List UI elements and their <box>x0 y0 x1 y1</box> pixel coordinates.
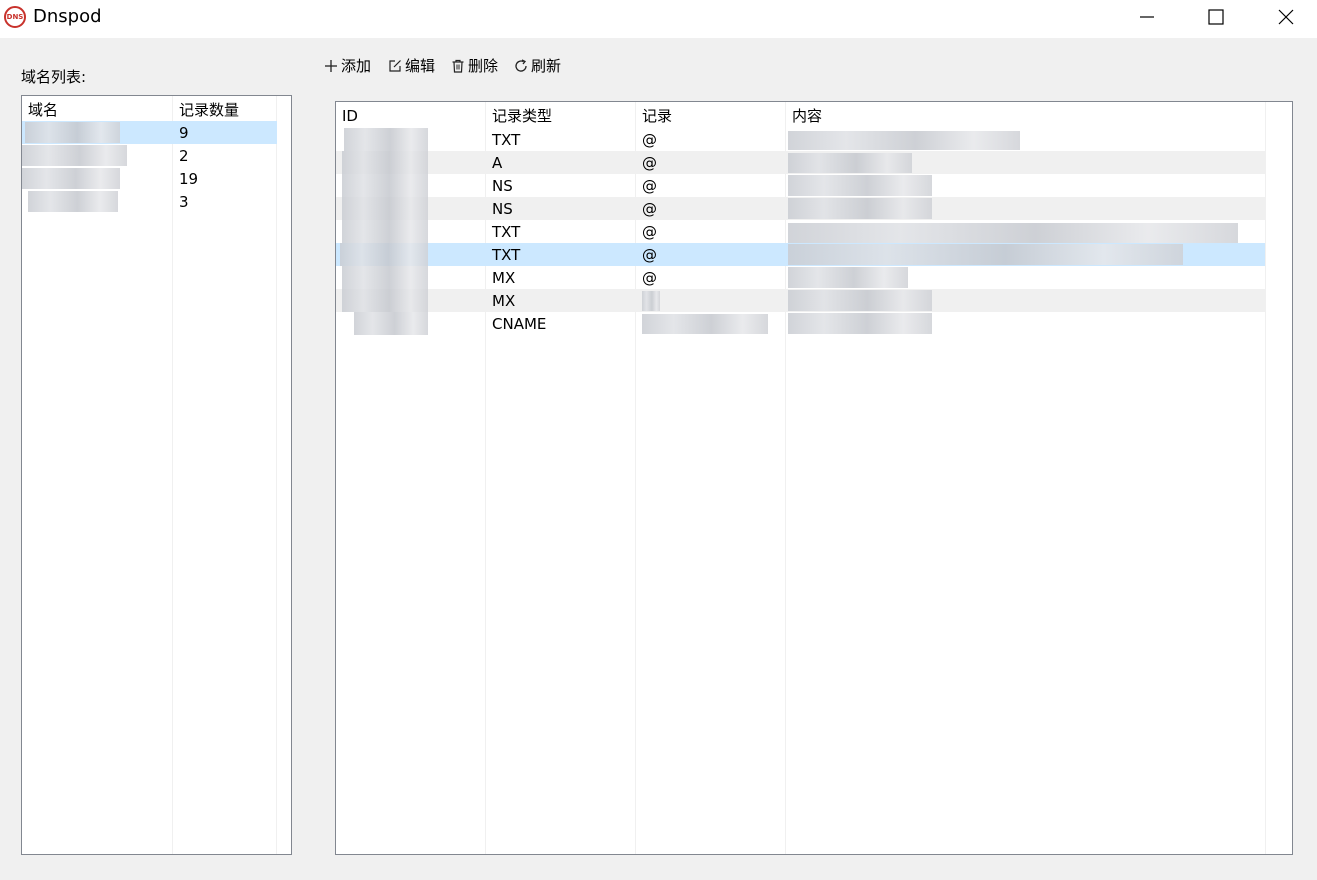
close-icon <box>1278 9 1294 25</box>
redacted-id <box>340 243 428 266</box>
column-header-content[interactable]: 内容 <box>792 106 822 126</box>
column-header-id[interactable]: ID <box>342 106 358 126</box>
add-button[interactable]: 添加 <box>324 56 371 76</box>
record-type-cell: MX <box>492 269 516 287</box>
plus-icon <box>325 60 337 72</box>
redacted-content <box>788 153 912 173</box>
record-cell: @ <box>642 269 657 287</box>
add-button-label: 添加 <box>341 57 372 75</box>
redacted-content <box>788 244 1183 265</box>
refresh-button-label: 刷新 <box>531 57 562 75</box>
table-row[interactable]: TXT @ <box>336 243 1265 266</box>
trash-icon <box>452 59 464 73</box>
record-cell: @ <box>642 223 657 241</box>
redacted-id <box>342 151 428 174</box>
table-row[interactable]: TXT @ <box>336 128 1265 151</box>
maximize-icon <box>1208 9 1224 25</box>
table-row[interactable]: A @ <box>336 151 1265 174</box>
table-row[interactable]: MX <box>336 289 1265 312</box>
title-bar: DNS Dnspod <box>0 0 1317 38</box>
redacted-id <box>342 174 428 197</box>
domain-row[interactable]: 19 <box>22 167 277 190</box>
column-header-record-count[interactable]: 记录数量 <box>179 100 239 120</box>
column-header-record[interactable]: 记录 <box>642 106 672 126</box>
column-divider <box>1265 102 1266 854</box>
redacted-content <box>788 198 932 219</box>
redacted-record <box>642 314 768 334</box>
edit-button[interactable]: 编辑 <box>388 56 435 76</box>
redacted-domain <box>22 168 120 189</box>
redacted-id <box>354 312 428 335</box>
domain-record-count: 9 <box>179 124 189 142</box>
redacted-id <box>344 128 428 151</box>
table-row[interactable]: CNAME <box>336 312 1265 335</box>
record-type-cell: CNAME <box>492 315 547 333</box>
domain-record-count: 3 <box>179 193 189 211</box>
dns-logo-icon: DNS <box>4 6 26 28</box>
redacted-domain <box>22 145 127 166</box>
record-cell: @ <box>642 177 657 195</box>
domain-list-label: 域名列表: <box>21 68 87 86</box>
minimize-button[interactable] <box>1124 0 1170 34</box>
redacted-record <box>642 291 660 311</box>
refresh-button[interactable]: 刷新 <box>514 56 561 76</box>
record-type-cell: TXT <box>492 223 521 241</box>
domain-record-count: 2 <box>179 147 189 165</box>
refresh-icon <box>515 59 527 72</box>
maximize-button[interactable] <box>1193 0 1239 34</box>
redacted-id <box>342 289 428 312</box>
redacted-content <box>788 223 1238 243</box>
table-row[interactable]: TXT @ <box>336 220 1265 243</box>
record-cell: @ <box>642 246 657 264</box>
domain-row[interactable]: 9 <box>22 121 277 144</box>
column-header-domain[interactable]: 域名 <box>28 100 58 120</box>
redacted-content <box>788 267 908 288</box>
window-title: Dnspod <box>33 6 102 27</box>
redacted-domain <box>28 191 118 212</box>
domain-row[interactable]: 3 <box>22 190 277 213</box>
edit-icon <box>389 60 401 72</box>
record-type-cell: TXT <box>492 131 521 149</box>
domain-record-count: 19 <box>179 170 199 188</box>
record-type-cell: A <box>492 154 503 172</box>
redacted-id <box>342 266 428 289</box>
redacted-content <box>788 175 932 196</box>
record-type-cell: NS <box>492 177 513 195</box>
record-cell: @ <box>642 131 657 149</box>
table-row[interactable]: NS @ <box>336 197 1265 220</box>
record-type-cell: NS <box>492 200 513 218</box>
redacted-id <box>342 197 428 220</box>
redacted-id <box>342 220 428 243</box>
column-header-record-type[interactable]: 记录类型 <box>492 106 552 126</box>
edit-button-label: 编辑 <box>405 57 436 75</box>
domain-row[interactable]: 2 <box>22 144 277 167</box>
delete-button[interactable]: 删除 <box>451 56 498 76</box>
domain-list[interactable]: 域名 记录数量 9 2 19 3 <box>21 95 292 855</box>
close-button[interactable] <box>1263 0 1309 34</box>
record-type-cell: MX <box>492 292 516 310</box>
redacted-content <box>788 131 1020 150</box>
minimize-icon <box>1140 16 1154 18</box>
record-cell: @ <box>642 154 657 172</box>
redacted-content <box>788 290 932 311</box>
redacted-content <box>788 313 932 334</box>
record-type-cell: TXT <box>492 246 521 264</box>
table-row[interactable]: NS @ <box>336 174 1265 197</box>
delete-button-label: 删除 <box>468 57 499 75</box>
redacted-domain <box>25 122 120 143</box>
table-row[interactable]: MX @ <box>336 266 1265 289</box>
record-cell: @ <box>642 200 657 218</box>
record-table[interactable]: ID 记录类型 记录 内容 TXT @ A @ NS @ NS @ TXT @ … <box>335 101 1293 855</box>
